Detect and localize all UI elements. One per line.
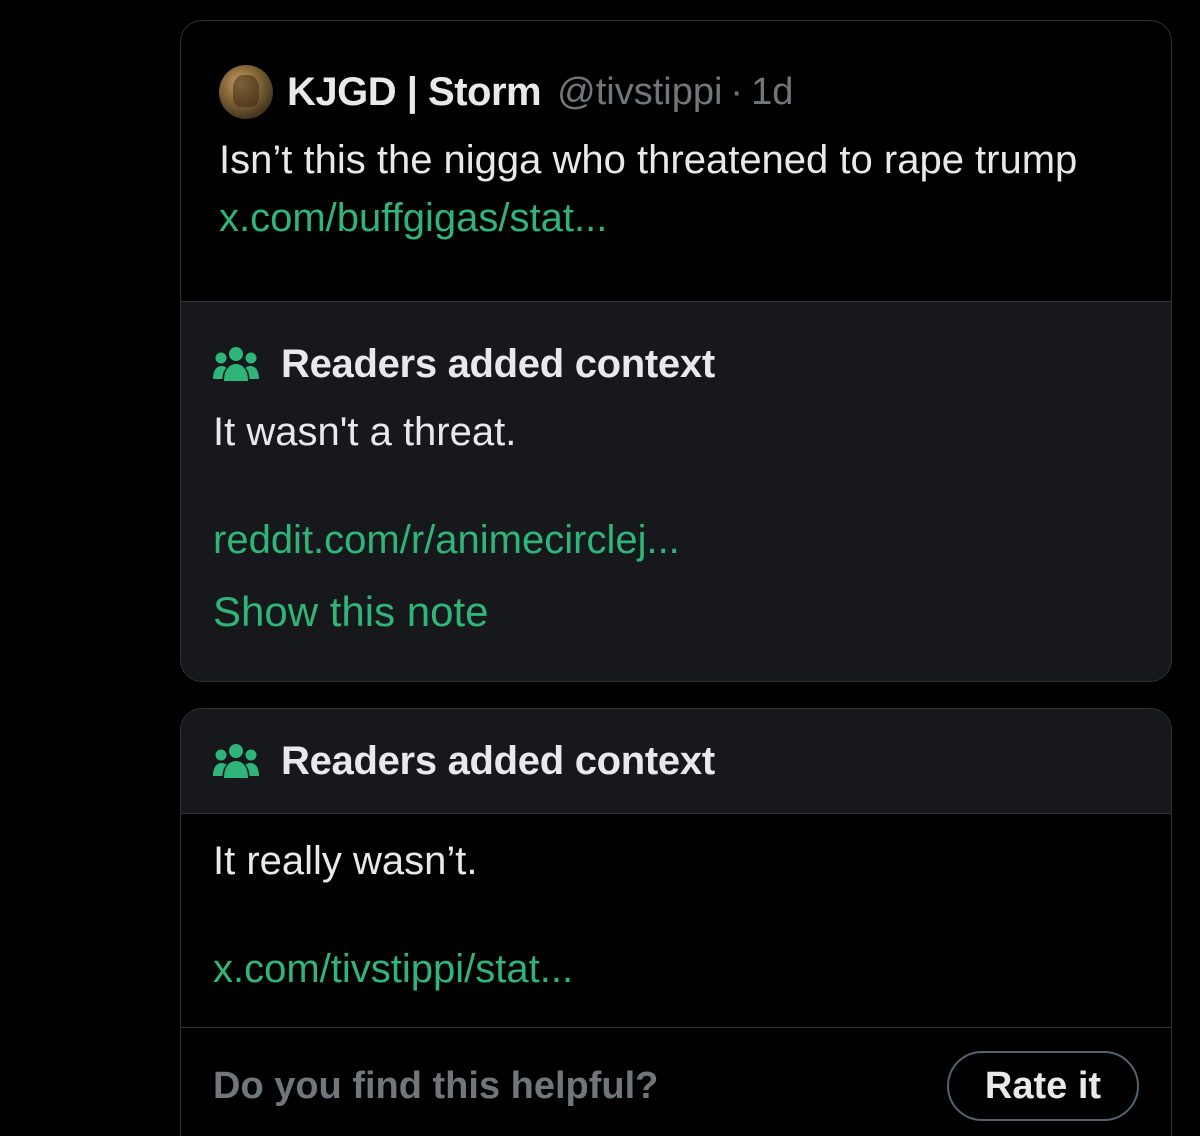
- note-header: Readers added context: [213, 739, 715, 784]
- note-card-header: Readers added context: [181, 709, 1171, 814]
- rate-it-button[interactable]: Rate it: [947, 1051, 1139, 1121]
- quoted-tweet-header: KJGD | Storm @tivstippi · 1d: [219, 65, 793, 119]
- tweet-text-body: Isn’t this the nigga who threatened to r…: [219, 138, 1078, 182]
- note-body: It really wasn’t.: [213, 839, 478, 883]
- note-title: Readers added context: [281, 739, 715, 783]
- quoted-tweet-content[interactable]: KJGD | Storm @tivstippi · 1d Isn’t this th…: [181, 21, 1171, 302]
- quoted-tweet-card[interactable]: KJGD | Storm @tivstippi · 1d Isn’t this th…: [180, 20, 1172, 682]
- handle-and-time: @tivstippi · 1d: [557, 71, 793, 114]
- note-body: It wasn't a threat.: [213, 410, 517, 454]
- helpful-prompt: Do you find this helpful?: [213, 1065, 659, 1107]
- tweet-text: Isn’t this the nigga who threatened to r…: [219, 131, 1119, 247]
- divider: [181, 1027, 1171, 1028]
- note-title: Readers added context: [281, 342, 715, 386]
- note-header: Readers added context: [213, 342, 715, 387]
- note-source-link[interactable]: x.com/tivstippi/stat...: [213, 947, 573, 992]
- handle[interactable]: @tivstippi: [557, 71, 722, 113]
- community-note-card: Readers added context It really wasn’t. …: [180, 708, 1172, 1136]
- people-icon: [213, 743, 259, 778]
- page: KJGD | Storm @tivstippi · 1d Isn’t this th…: [0, 0, 1200, 1136]
- separator-dot: ·: [730, 70, 744, 113]
- show-note-link[interactable]: Show this note: [213, 588, 489, 636]
- avatar[interactable]: [219, 65, 273, 119]
- note-source-link[interactable]: reddit.com/r/animecirclej...: [213, 518, 680, 563]
- people-icon: [213, 346, 259, 381]
- display-name[interactable]: KJGD | Storm: [287, 70, 542, 115]
- community-note[interactable]: Readers added context It wasn't a threat…: [181, 302, 1171, 681]
- timestamp[interactable]: 1d: [751, 71, 793, 113]
- tweet-link[interactable]: x.com/buffgigas/stat...: [219, 196, 607, 240]
